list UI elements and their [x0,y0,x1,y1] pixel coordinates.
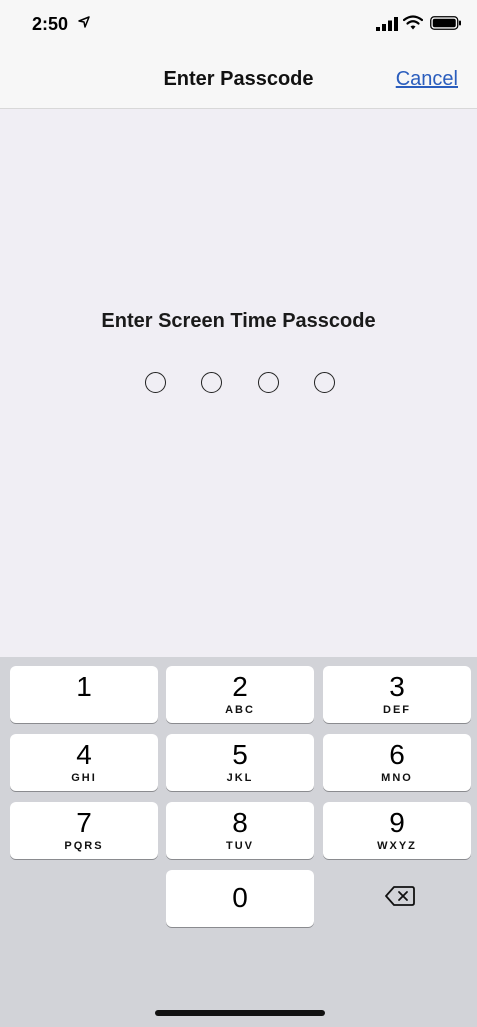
key-5[interactable]: 5 JKL [166,734,314,791]
passcode-dot [201,372,223,393]
key-6[interactable]: 6 MNO [323,734,471,791]
delete-backspace-icon[interactable] [384,884,416,908]
key-2[interactable]: 2 ABC [166,666,314,723]
passcode-dot [145,372,166,393]
key-digit: 2 [232,671,248,702]
key-7[interactable]: 7 PQRS [10,802,158,859]
key-digit: 8 [232,807,248,838]
key-letters: WXYZ [377,840,417,852]
passcode-dot [313,372,335,393]
signal-bars-icon [376,17,398,31]
passcode-dot [257,372,279,393]
key-1[interactable]: 1 [10,666,158,723]
key-8[interactable]: 8 TUV [166,802,314,859]
key-digit: 5 [232,739,248,770]
key-digit: 9 [389,807,405,838]
battery-icon [430,16,461,30]
key-digit: 1 [76,671,92,702]
home-indicator[interactable] [155,1010,325,1016]
location-arrow-icon [78,16,90,28]
key-9[interactable]: 9 WXYZ [323,802,471,859]
key-letters: TUV [226,840,254,852]
key-0[interactable]: 0 [166,870,314,927]
key-digit: 6 [389,739,405,770]
status-time: 2:50 [32,14,69,34]
cancel-button[interactable]: Cancel [396,68,458,91]
passcode-dots [145,370,335,396]
key-digit: 4 [76,739,92,770]
key-letters: DEF [383,704,411,716]
key-3[interactable]: 3 DEF [323,666,471,723]
key-letters: ABC [225,704,255,716]
key-letters: PQRS [64,840,104,852]
key-4[interactable]: 4 GHI [10,734,158,791]
key-digit: 3 [389,671,405,702]
navigation-bar: Enter Passcode Cancel [0,50,477,109]
passcode-prompt: Enter Screen Time Passcode [101,310,376,332]
key-letters: JKL [226,772,254,784]
status-bar: 2:50 [0,0,477,50]
key-digit: 0 [232,882,248,913]
key-letters: MNO [381,772,413,784]
key-letters: GHI [71,772,97,784]
key-digit: 7 [76,807,92,838]
wifi-icon [403,15,423,30]
